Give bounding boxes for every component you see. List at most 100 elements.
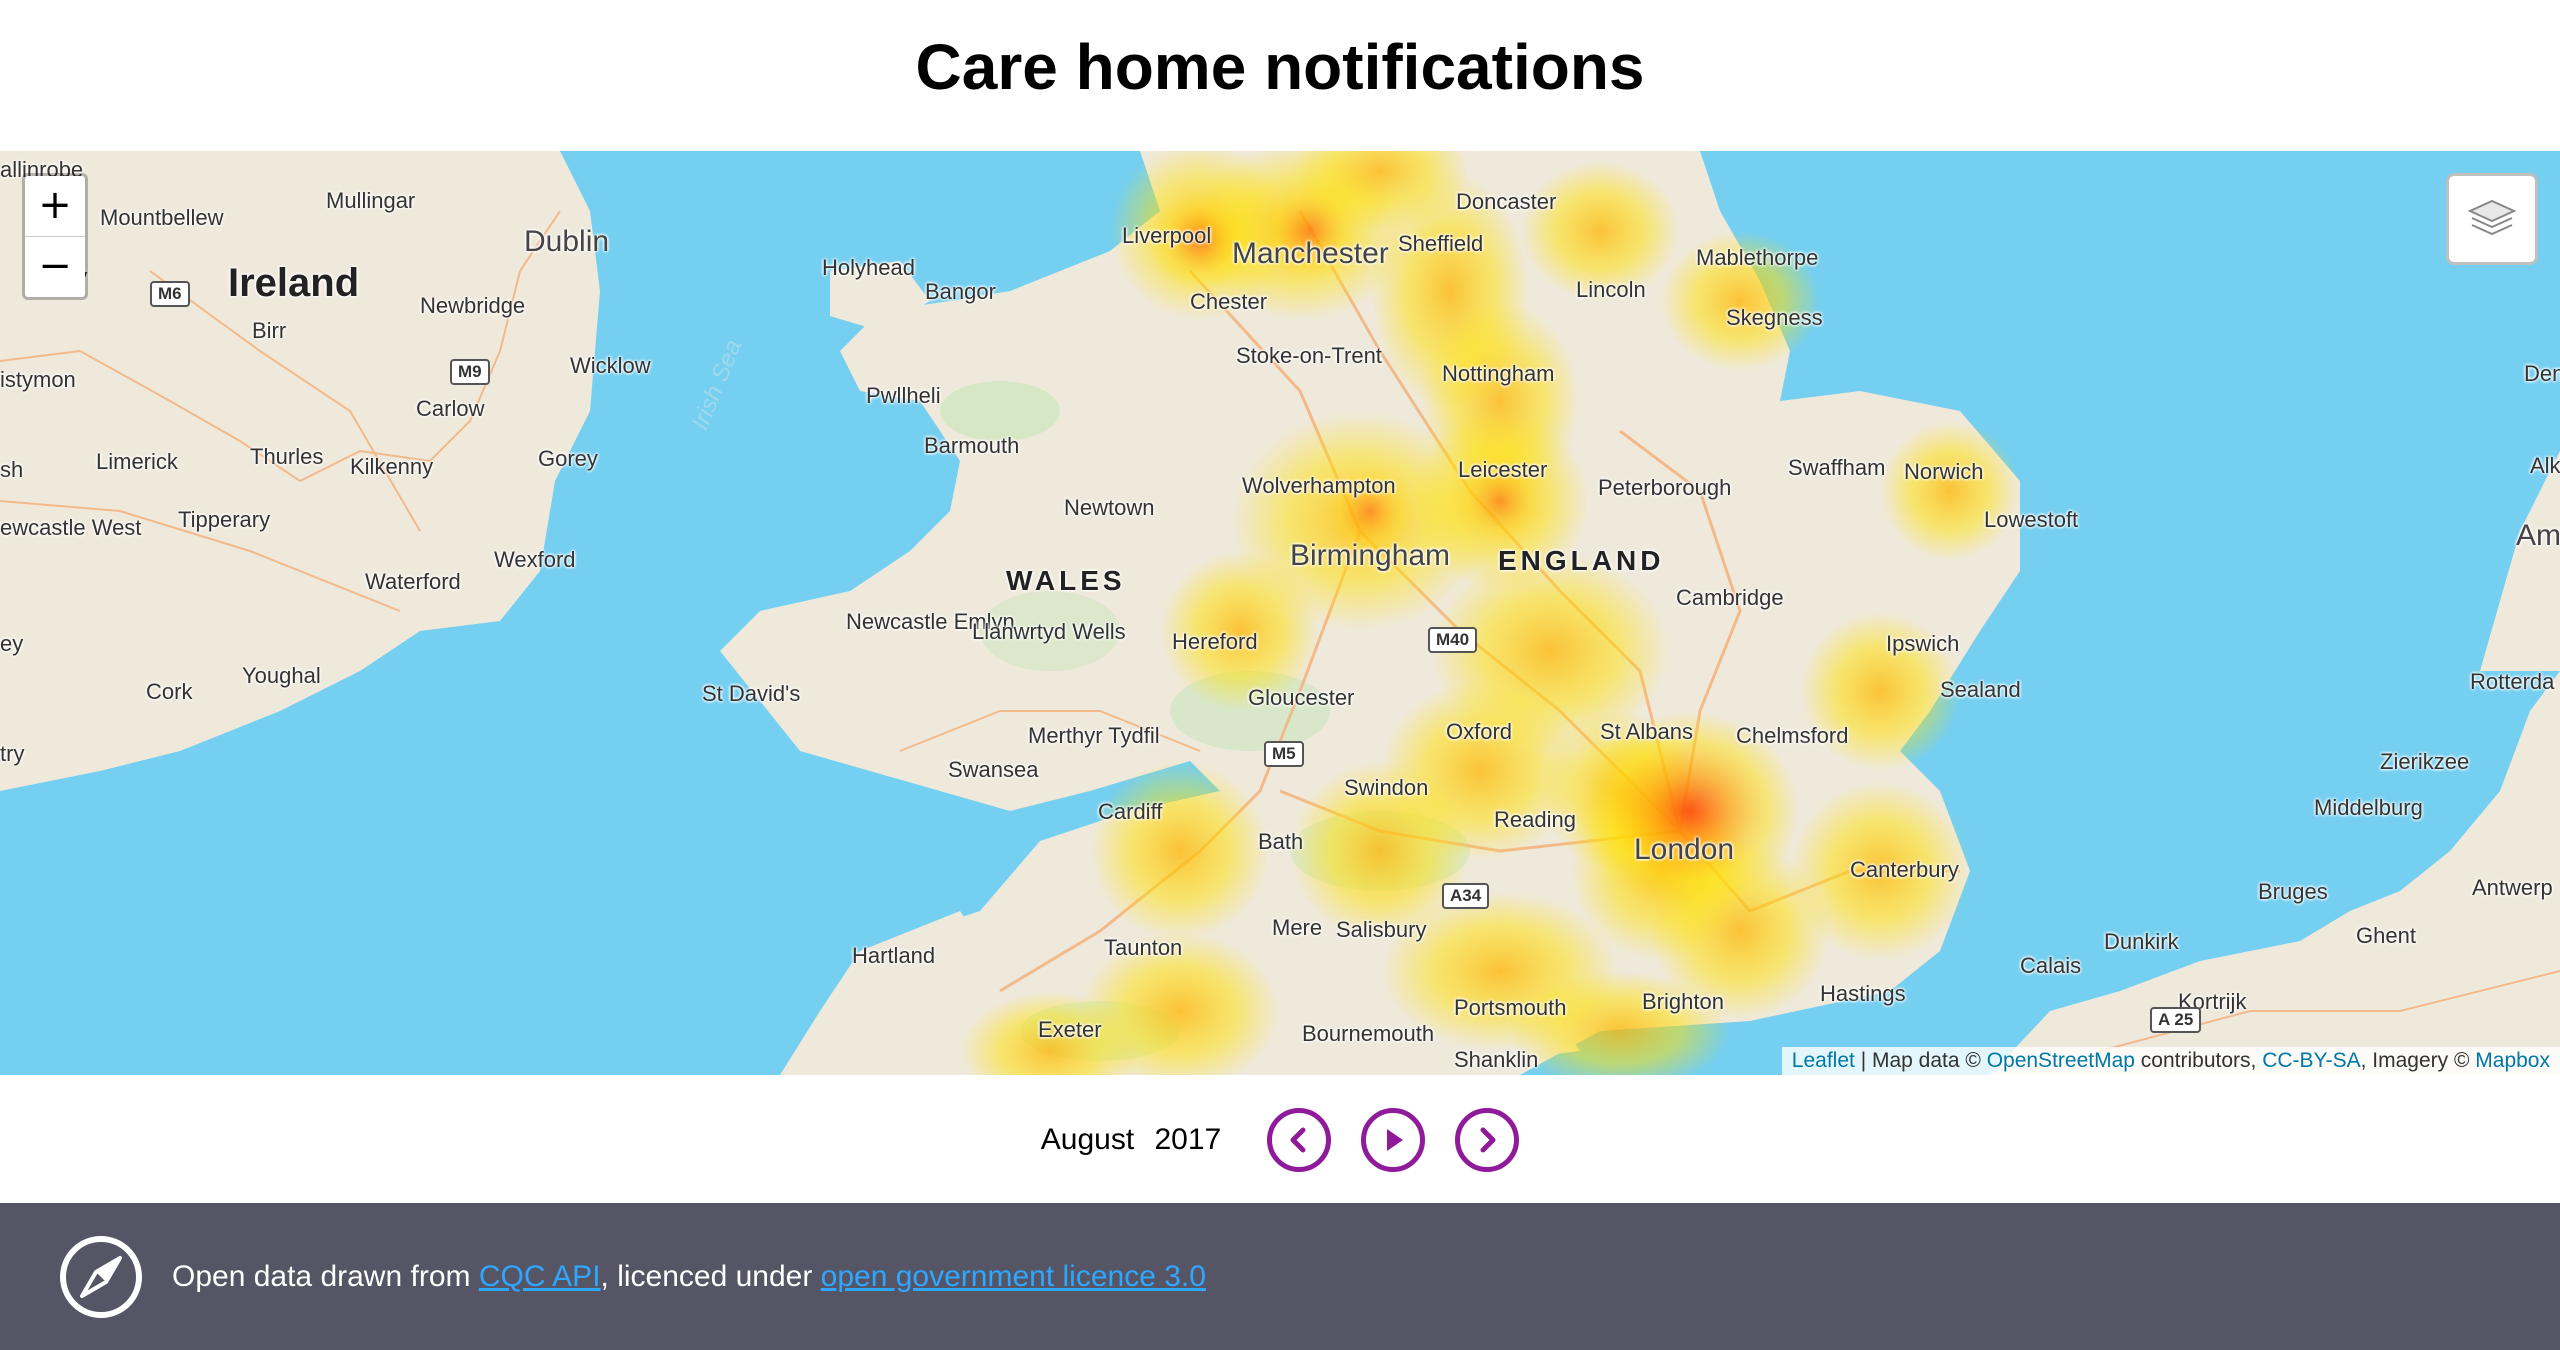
map-label: Lincoln xyxy=(1576,277,1646,302)
map-label: Chelmsford xyxy=(1736,723,1849,748)
map-label: ey xyxy=(0,631,24,656)
road-shield: A 25 xyxy=(2150,1007,2202,1033)
map-label: Ipswich xyxy=(1886,631,1960,656)
compass-icon xyxy=(60,1235,142,1318)
map-label: Mablethorpe xyxy=(1696,245,1819,270)
footer: Open data drawn from CQC API, licenced u… xyxy=(0,1203,2560,1350)
next-month-button[interactable] xyxy=(1455,1108,1520,1172)
map-label: Wolverhampton xyxy=(1242,473,1396,498)
map-label: Birmingham xyxy=(1290,539,1451,572)
map-label: Doncaster xyxy=(1456,189,1557,214)
map-label: Thurles xyxy=(250,444,324,469)
licence-link[interactable]: open government licence 3.0 xyxy=(821,1260,1206,1293)
leaflet-link[interactable]: Leaflet xyxy=(1792,1049,1855,1072)
map-label: Middelburg xyxy=(2314,795,2423,820)
map-label: Hartland xyxy=(852,943,936,968)
layers-button[interactable] xyxy=(2446,173,2538,265)
map-label: Llanwrtyd Wells xyxy=(972,619,1126,644)
map-label: Gloucester xyxy=(1248,685,1355,710)
map-label: Den xyxy=(2524,361,2560,386)
map-label: Antwerp xyxy=(2472,875,2553,900)
map-label: Bruges xyxy=(2258,879,2328,904)
map-label: try xyxy=(0,741,25,766)
map-label: Manchester xyxy=(1232,237,1389,270)
map-label: istymon xyxy=(0,367,76,392)
cqc-api-link[interactable]: CQC API xyxy=(479,1260,601,1293)
map-label: Dublin xyxy=(524,225,610,258)
chevron-left-icon xyxy=(1290,1127,1306,1153)
road-shield: M6 xyxy=(150,281,190,307)
region-label: ENGLAND xyxy=(1498,545,1665,576)
cc-by-sa-link[interactable]: CC-BY-SA xyxy=(2262,1049,2360,1072)
play-button[interactable] xyxy=(1361,1108,1426,1172)
footer-text: Open data drawn from CQC API, licenced u… xyxy=(172,1260,1206,1294)
map-label: Wicklow xyxy=(570,353,651,378)
map-label: Mullingar xyxy=(326,188,416,213)
map-label: Wexford xyxy=(494,547,576,572)
road-shield: M9 xyxy=(450,359,490,385)
map-label: Birr xyxy=(252,318,287,343)
map-label: Canterbury xyxy=(1850,857,1959,882)
map-label: Bath xyxy=(1258,829,1304,854)
openstreetmap-link[interactable]: OpenStreetMap xyxy=(1987,1049,2135,1072)
map-label: Mere xyxy=(1272,915,1323,940)
map[interactable]: allinrobe Mullingar Mountbellew Dublin I… xyxy=(0,151,2560,1075)
attribution-text: , Imagery © xyxy=(2360,1049,2476,1072)
map-label: Merthyr Tydfil xyxy=(1028,723,1160,748)
mapbox-link[interactable]: Mapbox xyxy=(2475,1049,2550,1072)
previous-month-button[interactable] xyxy=(1267,1108,1332,1172)
country-label: Ireland xyxy=(228,261,360,305)
current-date: August 2017 xyxy=(1041,1123,1222,1157)
map-label: St David's xyxy=(702,681,801,706)
map-label: Dunkirk xyxy=(2104,929,2179,954)
map-label: Leicester xyxy=(1458,457,1548,482)
map-label: Mountbellew xyxy=(100,205,224,230)
map-label: Salisbury xyxy=(1336,917,1427,942)
region-label: WALES xyxy=(1006,565,1126,596)
map-label: Cork xyxy=(146,679,193,704)
footer-prefix: Open data drawn from xyxy=(172,1259,479,1293)
map-label: Youghal xyxy=(242,663,321,688)
map-label: Chester xyxy=(1190,289,1268,314)
map-label: Sheffield xyxy=(1398,231,1484,256)
map-label: Taunton xyxy=(1104,935,1183,960)
map-label: Gorey xyxy=(538,446,598,471)
map-label: Lowestoft xyxy=(1984,507,2079,532)
map-label: ewcastle West xyxy=(0,515,142,540)
map-label: Cambridge xyxy=(1676,585,1784,610)
map-label: Reading xyxy=(1494,807,1576,832)
map-label: Brighton xyxy=(1642,989,1724,1014)
map-label: Liverpool xyxy=(1122,223,1212,248)
attribution-text: | Map data © xyxy=(1854,1049,1987,1072)
map-label: Barmouth xyxy=(924,433,1020,458)
map-label: Cardiff xyxy=(1098,799,1163,824)
map-label: Peterborough xyxy=(1598,475,1732,500)
map-label: Carlow xyxy=(416,396,485,421)
zoom-in-button[interactable]: + xyxy=(25,176,85,236)
road-shield: M5 xyxy=(1264,741,1304,767)
map-label: Rotterda xyxy=(2470,669,2555,694)
map-label: Sealand xyxy=(1940,677,2021,702)
map-label: Zierikzee xyxy=(2380,749,2470,774)
map-label: Holyhead xyxy=(822,255,915,280)
map-label: Waterford xyxy=(365,569,461,594)
map-label: Ghent xyxy=(2356,923,2416,948)
layers-icon xyxy=(2467,199,2517,236)
map-label: Nottingham xyxy=(1442,361,1555,386)
map-attribution: Leaflet | Map data © OpenStreetMap contr… xyxy=(1781,1047,2560,1075)
map-label: Alk xyxy=(2530,453,2560,478)
map-label: Newbridge xyxy=(420,293,526,318)
time-controls: August 2017 xyxy=(0,1105,2560,1175)
map-label: Kilkenny xyxy=(350,454,434,479)
netherlands-landmass xyxy=(2480,451,2560,671)
map-label: Swansea xyxy=(948,757,1039,782)
map-label: Limerick xyxy=(96,449,178,474)
map-label: Swindon xyxy=(1344,775,1429,800)
zoom-out-button[interactable]: − xyxy=(25,236,85,297)
current-year: 2017 xyxy=(1154,1123,1222,1156)
chevron-right-icon xyxy=(1480,1127,1496,1153)
zoom-control: + − xyxy=(22,173,88,300)
footer-middle: , licenced under xyxy=(600,1259,821,1293)
map-label: Newtown xyxy=(1064,495,1155,520)
map-label: St Albans xyxy=(1600,719,1693,744)
